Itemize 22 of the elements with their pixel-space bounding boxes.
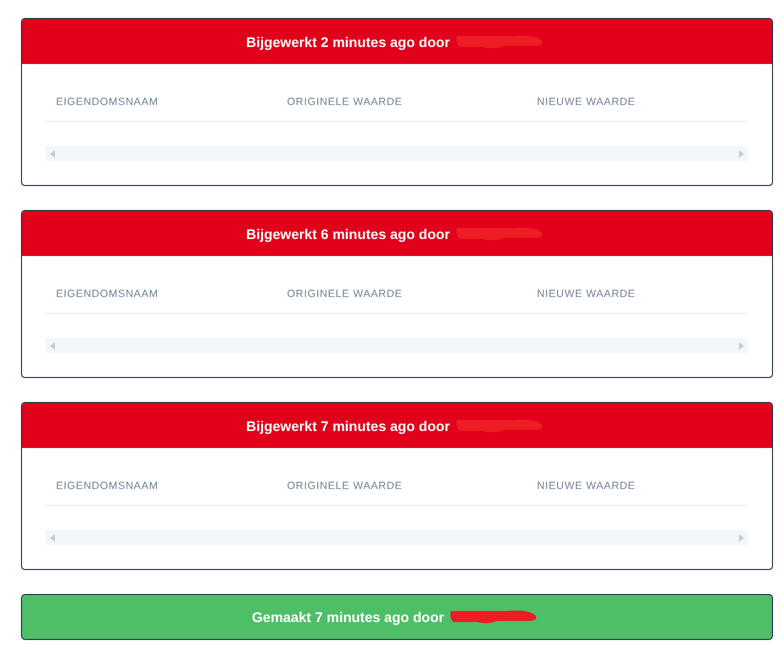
history-title: Bijgewerkt 2 minutes ago door [246, 34, 450, 50]
column-header: NIEUWE WAARDE [537, 480, 636, 492]
column-header: ORIGINELE WAARDE [287, 480, 404, 492]
scroll-left-icon[interactable] [50, 150, 56, 158]
horizontal-scrollbar[interactable] [46, 338, 748, 353]
scroll-left-icon[interactable] [50, 534, 56, 542]
column-header: ORIGINELE WAARDE [287, 288, 404, 300]
scroll-left-icon[interactable] [50, 342, 56, 350]
history-title: Bijgewerkt 6 minutes ago door [246, 226, 450, 242]
column-header: EIGENDOMSNAAM [56, 96, 160, 108]
scroll-right-icon[interactable] [738, 342, 744, 350]
column-header: EIGENDOMSNAAM [56, 288, 160, 300]
column-header: ORIGINELE WAARDE [287, 96, 404, 108]
history-title: Bijgewerkt 7 minutes ago door [246, 418, 450, 434]
scroll-right-icon[interactable] [738, 150, 744, 158]
column-header: NIEUWE WAARDE [537, 96, 636, 108]
column-header: EIGENDOMSNAAM [56, 480, 160, 492]
horizontal-scrollbar[interactable] [46, 146, 748, 161]
horizontal-scrollbar[interactable] [46, 530, 748, 545]
history-title: Gemaakt 7 minutes ago door [252, 609, 444, 625]
scroll-right-icon[interactable] [738, 534, 744, 542]
column-header: NIEUWE WAARDE [537, 288, 636, 300]
